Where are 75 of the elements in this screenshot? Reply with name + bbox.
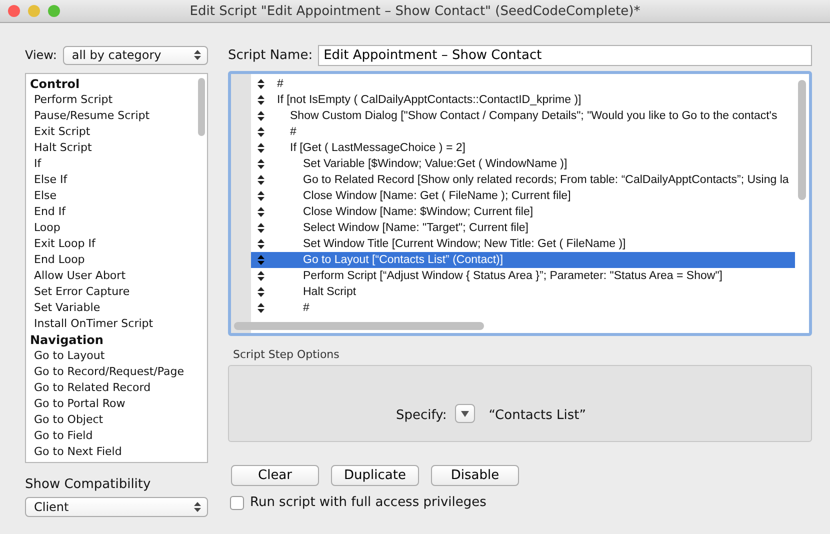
scrollbar[interactable]: [198, 78, 205, 136]
script-name-label: Script Name:: [228, 48, 313, 62]
step-item[interactable]: Go to Related Record: [30, 380, 207, 396]
specify-value: “Contacts List”: [488, 408, 586, 423]
step-item[interactable]: End Loop: [30, 252, 207, 268]
step-item[interactable]: Allow User Abort: [30, 268, 207, 284]
specify-dropdown[interactable]: [454, 404, 475, 423]
caret-icon: [460, 410, 469, 416]
step-item[interactable]: Else: [30, 188, 207, 204]
step-item[interactable]: Set Variable: [30, 300, 207, 316]
reorder-icon[interactable]: [257, 271, 265, 281]
view-dropdown[interactable]: all by category: [62, 46, 208, 64]
script-step[interactable]: Set Window Title [Current Window; New Title: Get ( FileName )]: [251, 236, 795, 252]
action-button[interactable]: Disable: [431, 465, 519, 486]
reorder-icon[interactable]: [257, 175, 265, 185]
step-item[interactable]: Go to Object: [30, 412, 207, 428]
step-item[interactable]: Set Error Capture: [30, 284, 207, 300]
step-item[interactable]: Exit Script: [30, 124, 207, 140]
view-label: View:: [25, 48, 57, 62]
script-step[interactable]: Select Window [Name: "Target"; Current file]: [251, 220, 795, 236]
options-heading: Script Step Options: [232, 348, 340, 361]
reorder-icon[interactable]: [257, 127, 265, 137]
script-step[interactable]: Show Custom Dialog ["Show Contact / Company Details"; "Would you like to Go to the contact's: [251, 108, 795, 124]
script-step[interactable]: Set Variable [$Window; Value:Get ( WindowName )]: [251, 156, 795, 172]
script-step[interactable]: If [Get ( LastMessageChoice ) = 2]: [251, 140, 795, 156]
script-step[interactable]: #: [251, 300, 795, 316]
category-heading: Navigation: [30, 332, 104, 348]
script-step[interactable]: Halt Script: [251, 284, 795, 300]
script-step[interactable]: Go to Related Record [Show only related records; From table: “CalDailyApptContacts”; Using la: [251, 172, 795, 188]
script-step[interactable]: Close Window [Name: $Window; Current file]: [251, 204, 795, 220]
compatibility-dropdown[interactable]: Client: [25, 497, 208, 517]
compatibility-label: Show Compatibility: [25, 477, 152, 492]
step-item[interactable]: Go to Portal Row: [30, 396, 207, 412]
reorder-icon[interactable]: [257, 111, 265, 121]
checkbox[interactable]: [230, 496, 244, 510]
step-item[interactable]: Halt Script: [30, 140, 207, 156]
specify-label: Specify:: [396, 408, 447, 423]
step-item[interactable]: Pause/Resume Script: [30, 108, 207, 124]
reorder-icon[interactable]: [257, 95, 265, 105]
step-item[interactable]: Go to Record/Request/Page: [30, 364, 207, 380]
checkbox-label: Run script with full access privileges: [250, 495, 486, 510]
stepper-icon: [194, 502, 201, 512]
reorder-icon[interactable]: [257, 159, 265, 169]
step-item[interactable]: Go to Field: [30, 428, 207, 444]
script-step[interactable]: Go to Layout [“Contacts List” (Contact)]: [251, 252, 795, 268]
stepper-icon: [194, 50, 201, 60]
reorder-icon[interactable]: [257, 143, 265, 153]
reorder-icon[interactable]: [257, 223, 265, 233]
step-item[interactable]: Else If: [30, 172, 207, 188]
reorder-icon[interactable]: [257, 191, 265, 201]
reorder-icon[interactable]: [257, 287, 265, 297]
step-item[interactable]: Install OnTimer Script: [30, 316, 207, 332]
window-title: Edit Script "Edit Appointment – Show Contact" (SeedCodeComplete)*: [188, 4, 642, 18]
script-step[interactable]: If [not IsEmpty ( CalDailyApptContacts::ContactID_kprime )]: [251, 92, 795, 108]
scrollbar[interactable]: [234, 322, 484, 330]
reorder-icon[interactable]: [257, 207, 265, 217]
reorder-icon[interactable]: [257, 239, 265, 249]
script-step[interactable]: #: [251, 124, 795, 140]
script-step[interactable]: Perform Script [“Adjust Window { Status Area }”; Parameter: "Status Area = Show"]: [251, 268, 795, 284]
step-item[interactable]: Go to Next Field: [30, 444, 207, 460]
script-step[interactable]: #: [251, 76, 795, 92]
category-heading: Control: [30, 76, 81, 92]
scrollbar[interactable]: [798, 80, 806, 200]
step-item[interactable]: Exit Loop If: [30, 236, 207, 252]
reorder-icon[interactable]: [257, 303, 265, 313]
script-name-field[interactable]: Edit Appointment – Show Contact: [318, 44, 812, 66]
action-button[interactable]: Clear: [231, 465, 319, 486]
reorder-icon[interactable]: [257, 79, 265, 89]
step-item[interactable]: End If: [30, 204, 207, 220]
step-item[interactable]: Loop: [30, 220, 207, 236]
action-button[interactable]: Duplicate: [331, 465, 419, 486]
step-item[interactable]: Perform Script: [30, 92, 207, 108]
step-item[interactable]: Go to Layout: [30, 348, 207, 364]
step-item[interactable]: If: [30, 156, 207, 172]
script-step[interactable]: Close Window [Name: Get ( FileName ); Current file]: [251, 188, 795, 204]
